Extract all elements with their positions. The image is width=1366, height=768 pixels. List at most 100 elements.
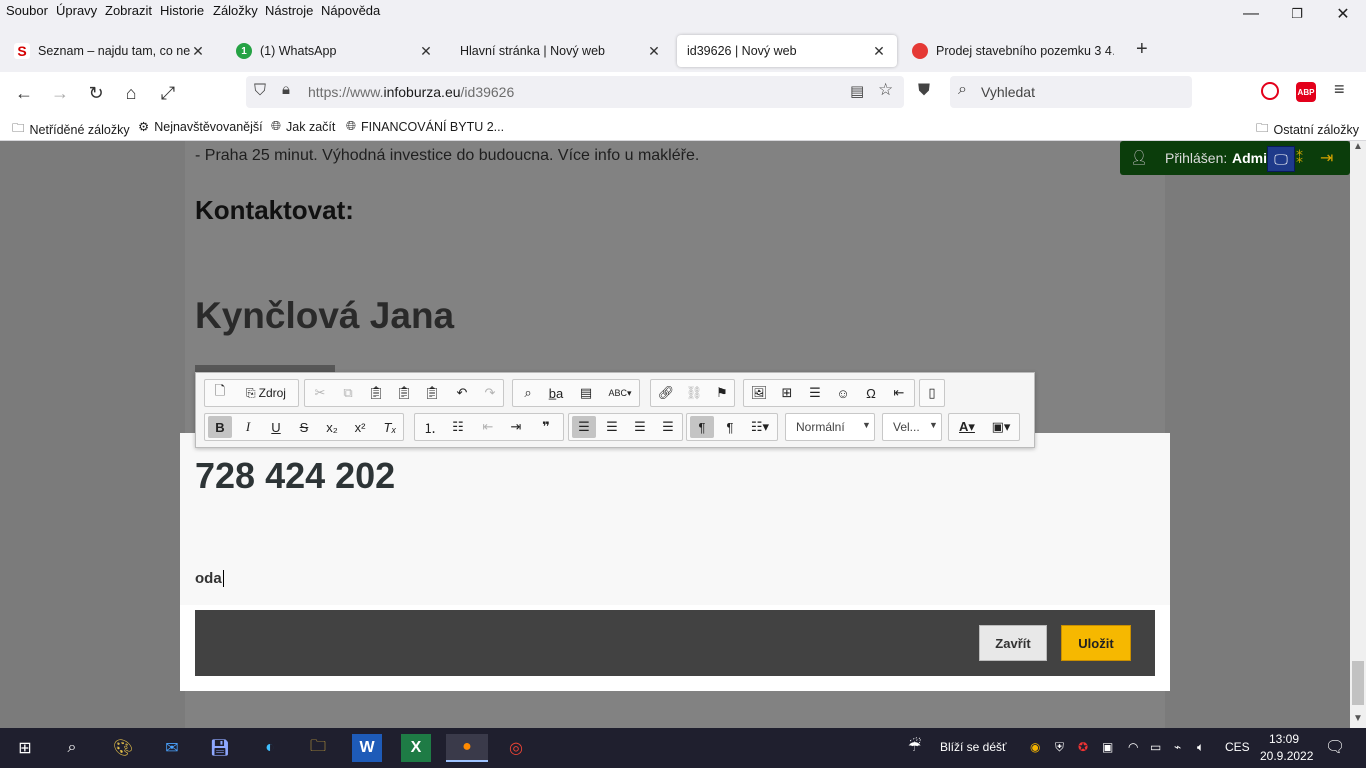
find-icon[interactable]: ⌕ bbox=[516, 382, 540, 404]
word-icon[interactable]: W bbox=[352, 734, 382, 762]
table-icon[interactable]: ⊞ bbox=[775, 382, 799, 404]
tab-prodej-pozemku[interactable]: Prodej stavebního pozemku 3 4… bbox=[902, 35, 1124, 67]
scroll-down-icon[interactable]: ▼ bbox=[1353, 713, 1363, 724]
shield-icon[interactable]: ⛉ bbox=[254, 82, 266, 100]
hamburger-menu-icon[interactable]: ≡ bbox=[1334, 79, 1345, 100]
scroll-thumb[interactable] bbox=[1352, 661, 1364, 705]
excel-icon[interactable]: X bbox=[401, 734, 431, 762]
editor-typed-text[interactable]: oda bbox=[195, 570, 224, 587]
menu-napoveda[interactable]: Nápověda bbox=[321, 3, 380, 18]
tab-hlavni-stranka[interactable]: Hlavní stránka | Nový web ✕ bbox=[450, 35, 672, 67]
clock-date[interactable]: 20.9.2022 bbox=[1260, 749, 1313, 763]
close-button[interactable]: Zavřít bbox=[979, 625, 1047, 661]
menu-historie[interactable]: Historie bbox=[160, 3, 204, 18]
background-color-icon[interactable]: ▣▾ bbox=[986, 416, 1016, 438]
underline-icon[interactable]: U bbox=[264, 416, 288, 438]
scroll-up-icon[interactable]: ▲ bbox=[1353, 141, 1363, 152]
select-all-icon[interactable]: ▤ bbox=[574, 382, 598, 404]
search-icon[interactable]: ⌕ bbox=[57, 734, 87, 762]
display-icon[interactable]: ▣ bbox=[1102, 740, 1113, 754]
logout-icon[interactable]: ⇥ bbox=[1320, 148, 1333, 168]
outdent-icon[interactable]: ⇤ bbox=[476, 416, 500, 438]
edge-icon[interactable]: ◐ bbox=[255, 734, 285, 762]
align-left-icon[interactable]: ☰ bbox=[572, 416, 596, 438]
bookmark-netridene[interactable]: 🗀 Netříděné záložky bbox=[12, 119, 130, 140]
lock-icon[interactable]: 🔒︎ bbox=[282, 81, 290, 98]
special-char-icon[interactable]: Ω bbox=[859, 382, 883, 404]
anchor-flag-icon[interactable]: ⚑ bbox=[710, 382, 734, 404]
language-indicator[interactable]: CES bbox=[1225, 740, 1250, 754]
language-icon[interactable]: ☷▾ bbox=[746, 416, 774, 438]
rtl-icon[interactable]: ¶ bbox=[718, 416, 742, 438]
shield-tray-icon[interactable]: ⛨ bbox=[1055, 740, 1064, 755]
bookmark-jak-zacit[interactable]: 🌐︎ Jak začít bbox=[271, 119, 335, 134]
menu-nastroje[interactable]: Nástroje bbox=[265, 3, 313, 18]
menu-upravy[interactable]: Úpravy bbox=[56, 3, 97, 18]
settings-icon[interactable]: ⁑ bbox=[1296, 150, 1303, 167]
weather-icon[interactable]: ☔︎ bbox=[908, 737, 921, 755]
mail-icon[interactable]: ✉ bbox=[157, 734, 187, 762]
copy-icon[interactable]: ⧉ bbox=[336, 382, 360, 404]
image-icon[interactable]: 🖼︎ bbox=[747, 382, 771, 404]
menu-zalozky[interactable]: Záložky bbox=[213, 3, 258, 18]
paint-icon[interactable]: 🎨︎ bbox=[108, 734, 138, 762]
adblock-icon[interactable]: ABP bbox=[1296, 82, 1316, 102]
subscript-icon[interactable]: x₂ bbox=[320, 416, 344, 438]
close-tab-icon[interactable]: ✕ bbox=[418, 43, 434, 60]
justify-icon[interactable]: ☰ bbox=[656, 416, 680, 438]
format-select[interactable]: Normální ▼ bbox=[785, 413, 875, 441]
superscript-icon[interactable]: x² bbox=[348, 416, 372, 438]
tab-id39626[interactable]: id39626 | Nový web ✕ bbox=[677, 35, 897, 67]
undo-icon[interactable]: ↶ bbox=[450, 382, 474, 404]
weather-text[interactable]: Blíží se déšť bbox=[940, 740, 1007, 754]
close-tab-icon[interactable]: ✕ bbox=[190, 43, 206, 60]
clock-time[interactable]: 13:09 bbox=[1269, 732, 1299, 746]
bulleted-list-icon[interactable]: ☷ bbox=[446, 416, 470, 438]
paste-word-icon[interactable]: 📋︎ bbox=[420, 382, 444, 404]
reload-icon[interactable]: ↻ bbox=[82, 80, 110, 106]
page-break-icon[interactable]: ⇤ bbox=[887, 382, 911, 404]
wifi-icon[interactable]: ◠ bbox=[1128, 740, 1138, 754]
file-explorer-icon[interactable]: 🗀 bbox=[303, 734, 333, 762]
paste-icon[interactable]: 📋︎ bbox=[364, 382, 388, 404]
reader-view-icon[interactable]: ▤ bbox=[850, 82, 864, 100]
bookmark-nejnavstevovanejsi[interactable]: ⚙ Nejnavštěvovanější bbox=[138, 119, 263, 135]
network-icon[interactable]: ⌁ bbox=[1174, 740, 1181, 754]
antivirus-icon[interactable]: ✪ bbox=[1078, 740, 1088, 754]
remove-format-icon[interactable]: Tₓ bbox=[378, 416, 402, 438]
source-button[interactable]: ⎘ Zdroj bbox=[238, 382, 294, 404]
minimize-button[interactable]: — bbox=[1241, 4, 1261, 24]
numbered-list-icon[interactable]: ⒈ bbox=[418, 416, 442, 438]
text-color-icon[interactable]: A▾ bbox=[952, 416, 982, 438]
align-center-icon[interactable]: ☰ bbox=[600, 416, 624, 438]
close-tab-icon[interactable]: ✕ bbox=[646, 43, 662, 60]
windows-start-icon[interactable]: ⊞ bbox=[10, 734, 40, 762]
menu-zobrazit[interactable]: Zobrazit bbox=[105, 3, 152, 18]
paste-text-icon[interactable]: 📋︎ bbox=[392, 382, 416, 404]
align-right-icon[interactable]: ☰ bbox=[628, 416, 652, 438]
bookmark-financovani[interactable]: 🌐︎ FINANCOVÁNÍ BYTU 2... bbox=[346, 119, 504, 134]
bookmark-ostatni[interactable]: 🗀 Ostatní záložky bbox=[1256, 119, 1359, 140]
close-tab-icon[interactable]: ✕ bbox=[871, 43, 887, 60]
new-page-icon[interactable]: 🗋 bbox=[208, 382, 232, 404]
new-tab-button[interactable]: + bbox=[1136, 38, 1148, 61]
floppy-icon[interactable]: 💾︎ bbox=[205, 734, 235, 762]
menu-soubor[interactable]: Soubor bbox=[6, 3, 48, 18]
bold-icon[interactable]: B bbox=[208, 416, 232, 438]
forward-icon[interactable]: → bbox=[46, 80, 74, 106]
cut-icon[interactable]: ✂ bbox=[308, 382, 332, 404]
pocket-icon[interactable]: ⛊ bbox=[918, 82, 930, 100]
presentation-icon[interactable]: 🖵 bbox=[1267, 146, 1295, 172]
save-button[interactable]: Uložit bbox=[1061, 625, 1131, 661]
spellcheck-icon[interactable]: ABC▾ bbox=[604, 382, 636, 404]
back-icon[interactable]: ← bbox=[10, 80, 38, 106]
blockquote-icon[interactable]: ❞ bbox=[534, 416, 558, 438]
search-box[interactable]: ⌕ Vyhledat bbox=[950, 76, 1192, 108]
indent-icon[interactable]: ⇥ bbox=[504, 416, 528, 438]
tab-whatsapp[interactable]: 1 (1) WhatsApp ✕ bbox=[226, 35, 444, 67]
italic-icon[interactable]: I bbox=[236, 416, 260, 438]
replace-icon[interactable]: b̲a bbox=[544, 382, 568, 404]
maximize-button[interactable]: ❐ bbox=[1287, 4, 1307, 24]
home-icon[interactable]: ⌂ bbox=[117, 80, 145, 106]
redo-icon[interactable]: ↷ bbox=[478, 382, 502, 404]
